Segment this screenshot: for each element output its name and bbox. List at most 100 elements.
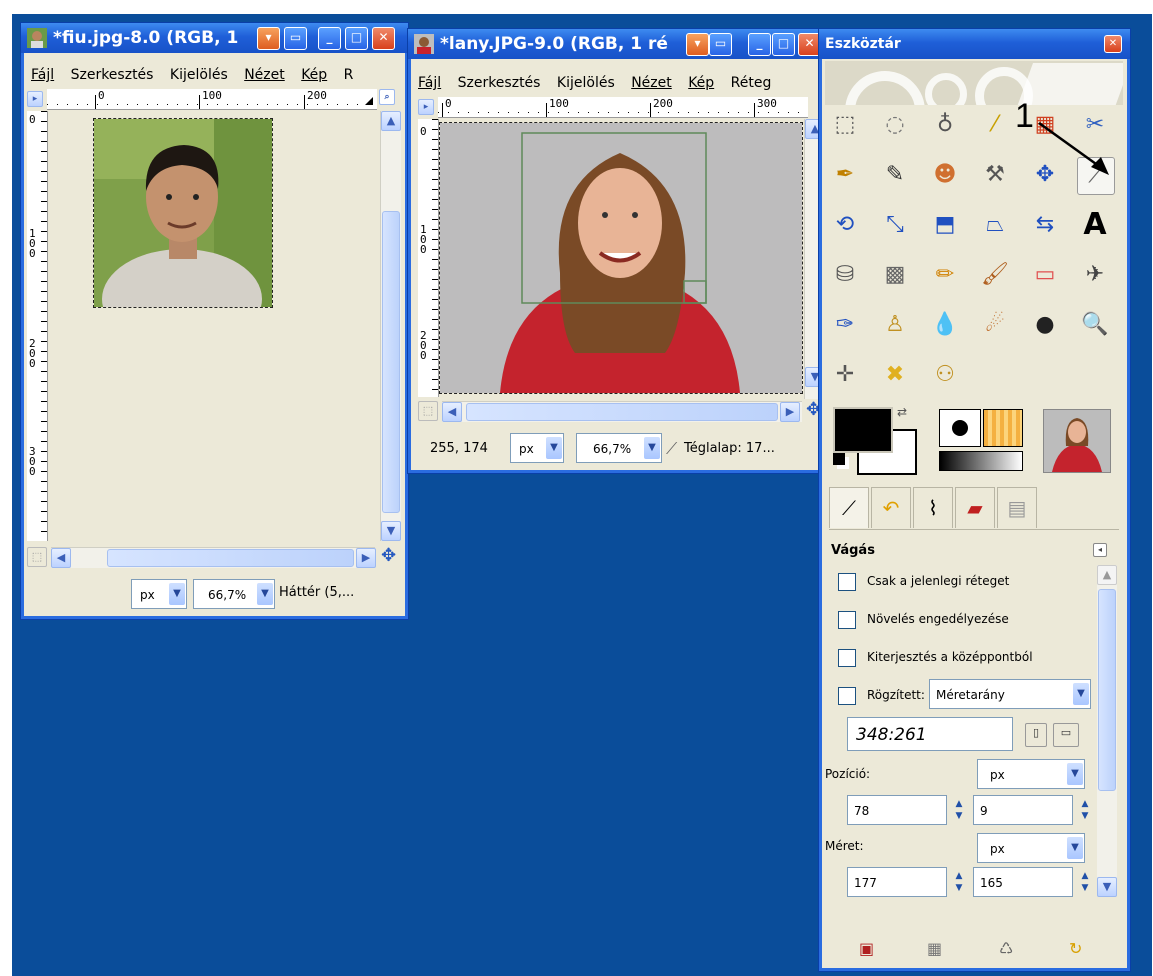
ink-icon[interactable]: ✑ [827, 307, 863, 343]
save-options-icon[interactable]: ▣ [859, 939, 874, 958]
quick-mask-button[interactable]: ⬚ [418, 401, 438, 421]
scroll-thumb[interactable] [466, 403, 778, 421]
restore-button[interactable]: ▭ [709, 33, 732, 56]
gradient-preview[interactable] [939, 451, 1023, 471]
horizontal-ruler[interactable]: 0 100 200 [47, 89, 377, 110]
clone-person-icon[interactable]: ☻ [927, 157, 963, 193]
eraser-icon[interactable]: ▭ [1027, 257, 1063, 293]
maximize-button[interactable]: □ [772, 33, 795, 56]
menu-select[interactable]: Kijelölés [170, 67, 228, 83]
panel-menu-button[interactable]: ◂ [1093, 543, 1107, 557]
rect-select-icon[interactable]: ⬚ [827, 107, 863, 143]
checkbox-fixed[interactable] [838, 687, 856, 705]
spin-arrows-icon[interactable]: ▲ ▼ [952, 870, 966, 894]
restore-button[interactable]: ▭ [284, 27, 307, 50]
menu-edit[interactable]: Szerkesztés [71, 67, 154, 83]
delete-options-icon[interactable]: ♺ [999, 939, 1013, 958]
maximize-button[interactable]: □ [345, 27, 368, 50]
quick-mask-button[interactable]: ⬚ [27, 547, 47, 567]
horizontal-scrollbar[interactable]: ◀ ▶ [51, 547, 376, 568]
size-height-input[interactable]: 165 ▲ ▼ [973, 867, 1088, 897]
scroll-left-button[interactable]: ◀ [51, 548, 71, 568]
zoom-icon[interactable]: 🔍 [1077, 307, 1113, 343]
measure-icon[interactable]: ✛ [827, 357, 863, 393]
spin-arrows-icon[interactable]: ▲ ▼ [952, 798, 966, 822]
menu-view[interactable]: Nézet [631, 75, 672, 91]
scroll-right-button[interactable]: ▶ [780, 402, 800, 422]
title-bar[interactable]: Eszköztár ✕ [819, 29, 1130, 59]
nav-menu-button[interactable]: ▸ [418, 99, 434, 115]
swap-colors-icon[interactable]: ⇄ [897, 405, 907, 419]
navigate-icon[interactable]: ✥ [381, 545, 396, 566]
position-y-input[interactable]: 9 ▲ ▼ [973, 795, 1088, 825]
tab-tool-options[interactable]: ⟋ [829, 487, 869, 528]
position-x-input[interactable]: 78 ▲ ▼ [847, 795, 962, 825]
reset-options-icon[interactable]: ↻ [1069, 939, 1082, 958]
scroll-down-button[interactable]: ▼ [381, 521, 401, 541]
scale-icon[interactable]: ⤡ [877, 207, 913, 243]
fuzzy-select-icon[interactable]: ⁄ [977, 107, 1013, 143]
horizontal-ruler[interactable]: 0 100 200 300 [438, 97, 808, 118]
menu-arrow-button[interactable]: ▾ [257, 27, 280, 50]
flip-icon[interactable]: ⇆ [1027, 207, 1063, 243]
menu-layer[interactable]: Réteg [731, 75, 772, 91]
nav-menu-button[interactable]: ▸ [27, 91, 43, 107]
scroll-right-button[interactable]: ▶ [356, 548, 376, 568]
bucket-fill-icon[interactable]: ⛁ [827, 257, 863, 293]
blur-drop-icon[interactable]: 💧 [927, 307, 963, 343]
scroll-thumb[interactable] [107, 549, 354, 567]
image-preview[interactable] [1043, 409, 1111, 473]
text-icon[interactable]: A [1077, 207, 1113, 243]
blend-icon[interactable]: ▩ [877, 257, 913, 293]
fixed-mode-select[interactable]: Méretarány ▼ [929, 679, 1091, 709]
clone-stamp-icon[interactable]: ♙ [877, 307, 913, 343]
menu-edit[interactable]: Szerkesztés [458, 75, 541, 91]
pattern-preview[interactable] [983, 409, 1023, 447]
zoom-toggle-button[interactable]: ⌕ [379, 89, 395, 105]
zoom-combo[interactable]: 66,7% ▼ [576, 433, 662, 463]
heal-icon[interactable]: ✖ [877, 357, 913, 393]
pencil-icon[interactable]: ✏ [927, 257, 963, 293]
unit-combo[interactable]: px ▼ [131, 579, 187, 609]
smudge-icon[interactable]: ☄ [977, 307, 1013, 343]
minimize-button[interactable]: _ [748, 33, 771, 56]
landscape-button[interactable]: ▭ [1053, 723, 1079, 747]
vertical-ruler[interactable]: 0 1 0 0 2 0 0 [418, 119, 439, 397]
tab-layers[interactable]: ▤ [997, 487, 1037, 528]
menu-arrow-button[interactable]: ▾ [686, 33, 709, 56]
checkbox-current-layer[interactable] [838, 573, 856, 591]
shear-icon[interactable]: ⬒ [927, 207, 963, 243]
image-canvas[interactable] [439, 119, 803, 397]
unit-combo[interactable]: px ▼ [510, 433, 564, 463]
spin-arrows-icon[interactable]: ▲ ▼ [1078, 870, 1092, 894]
scroll-left-button[interactable]: ◀ [442, 402, 462, 422]
tab-channels[interactable]: ▰ [955, 487, 995, 528]
scroll-thumb[interactable] [1098, 589, 1116, 791]
fg-bg-colors[interactable]: ⇄ [833, 405, 923, 475]
title-bar[interactable]: *lany.JPG-9.0 (RGB, 1 ré ▾ ▭ _ □ ✕ [408, 29, 824, 59]
menu-file[interactable]: Fájl [31, 67, 54, 83]
close-button[interactable]: ✕ [372, 27, 395, 50]
reset-colors-icon[interactable] [833, 453, 845, 465]
minimize-button[interactable]: _ [318, 27, 341, 50]
perspective-icon[interactable]: ⏢ [977, 207, 1013, 243]
portrait-button[interactable]: ▯ [1025, 723, 1047, 747]
vertical-ruler[interactable]: 0 1 0 0 2 0 0 3 0 0 [27, 111, 48, 541]
menu-image[interactable]: Kép [688, 75, 714, 91]
color-picker-icon[interactable]: ✎ [877, 157, 913, 193]
menu-image[interactable]: Kép [301, 67, 327, 83]
person-tool-icon[interactable]: ⚇ [927, 357, 963, 393]
rotate-icon[interactable]: ⟲ [827, 207, 863, 243]
scroll-up-button[interactable]: ▲ [1097, 565, 1117, 585]
dodge-burn-icon[interactable]: ● [1027, 307, 1063, 343]
compass-icon[interactable]: ⚒ [977, 157, 1013, 193]
ellipse-select-icon[interactable]: ◌ [877, 107, 913, 143]
size-width-input[interactable]: 177 ▲ ▼ [847, 867, 962, 897]
menu-select[interactable]: Kijelölés [557, 75, 615, 91]
options-scrollbar[interactable]: ▲ ▼ [1097, 565, 1117, 897]
paintbrush-icon[interactable]: 🖌 [977, 257, 1013, 293]
foreground-color[interactable] [833, 407, 893, 453]
position-unit-select[interactable]: px ▼ [977, 759, 1085, 789]
close-button[interactable]: ✕ [1104, 35, 1122, 53]
restore-options-icon[interactable]: ▦ [927, 939, 942, 958]
